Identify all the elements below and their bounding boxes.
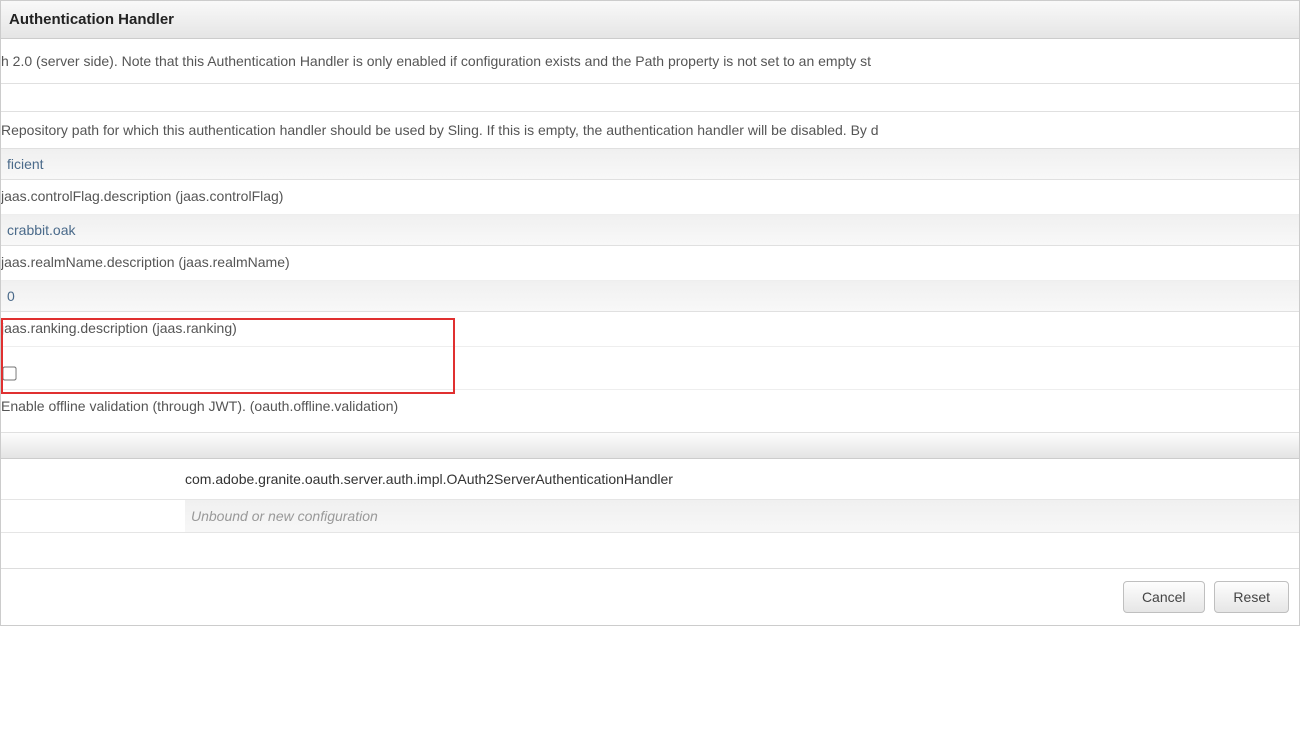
button-bar: Cancel Reset xyxy=(1,569,1299,625)
path-input-row xyxy=(1,84,1299,112)
path-description: Repository path for which this authentic… xyxy=(1,112,1299,149)
dialog-title: Authentication Handler xyxy=(1,1,1299,39)
config-dialog: Authentication Handler h 2.0 (server sid… xyxy=(0,0,1300,626)
dialog-intro: h 2.0 (server side). Note that this Auth… xyxy=(1,39,1299,84)
reset-button[interactable]: Reset xyxy=(1214,581,1289,613)
realm-name-input[interactable] xyxy=(1,215,1299,245)
configuration-binding-input[interactable] xyxy=(185,500,1299,532)
footer-spacer xyxy=(1,533,1299,569)
control-flag-row xyxy=(1,149,1299,180)
realm-name-hint: jaas.realmName.description (jaas.realmNa… xyxy=(1,246,1299,281)
pid-value: com.adobe.granite.oauth.server.auth.impl… xyxy=(1,459,1299,500)
control-flag-input[interactable] xyxy=(1,149,1299,179)
control-flag-hint: jaas.controlFlag.description (jaas.contr… xyxy=(1,180,1299,215)
offline-validation-desc: Enable offline validation (through JWT).… xyxy=(1,390,1299,433)
section-divider xyxy=(1,433,1299,459)
ranking-input[interactable] xyxy=(1,281,1299,311)
realm-name-row xyxy=(1,215,1299,246)
offline-validation-row xyxy=(1,347,1299,390)
ranking-hint: jaas.ranking.description (jaas.ranking) xyxy=(1,312,1299,347)
dialog-body: h 2.0 (server side). Note that this Auth… xyxy=(1,39,1299,625)
binding-row xyxy=(1,500,1299,533)
offline-validation-checkbox[interactable] xyxy=(2,366,16,380)
ranking-row xyxy=(1,281,1299,312)
cancel-button[interactable]: Cancel xyxy=(1123,581,1205,613)
